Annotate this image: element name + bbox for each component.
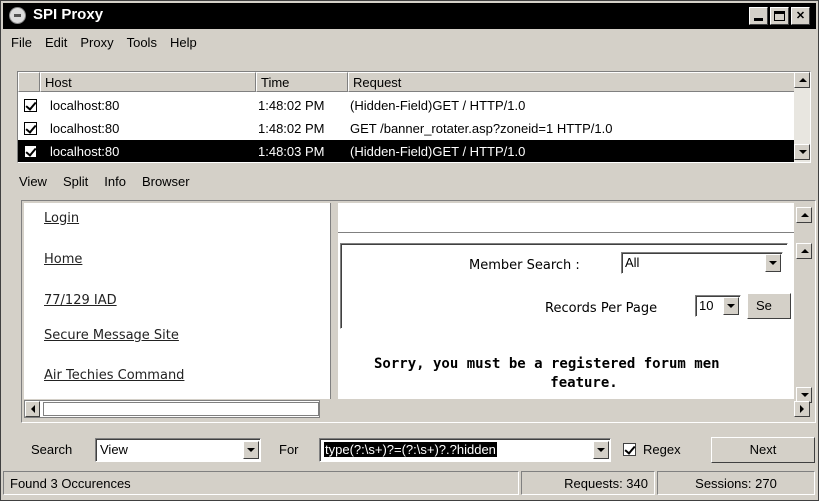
time-cell: 1:48:02 PM [258,120,325,136]
menu-tools[interactable]: Tools [119,31,162,53]
row-checkbox[interactable] [24,121,37,135]
close-icon: ✕ [795,10,806,22]
next-button[interactable]: Next [711,437,815,463]
menu-edit[interactable]: Edit [37,31,72,53]
right-frame: Member Search : All Records Per Page 10 … [338,203,794,399]
column-header-host[interactable]: Host [40,72,256,92]
app-icon[interactable] [9,7,26,24]
split-tab[interactable]: Split [55,171,96,193]
records-per-page-select[interactable]: 10 [695,295,741,317]
for-label: For [279,442,299,457]
column-header-request[interactable]: Request [348,72,796,92]
status-bar: Found 3 Occurences Requests: 340 Session… [3,471,816,497]
table-row-selected[interactable]: localhost:80 1:48:03 PM (Hidden-Field)GE… [18,140,796,162]
view-tab[interactable]: View [11,171,55,193]
member-search-select[interactable]: All [621,252,783,274]
column-header-check[interactable] [18,72,40,92]
link-login[interactable]: Login [44,211,79,226]
message-line-1: Sorry, you must be a registered forum me… [374,356,720,372]
list-scrollbar[interactable] [794,72,810,162]
maximize-icon [774,11,785,21]
minimize-button[interactable] [749,7,768,25]
chevron-down-icon[interactable] [723,297,739,315]
regex-checkbox[interactable] [623,443,636,456]
search-pattern-field[interactable]: type(?:\s+)?=(?:\s+)?.?hidden [319,438,611,462]
search-submit-button[interactable]: Se [747,293,791,319]
view-toolbar: View Split Info Browser [11,171,198,193]
right-frame-scrollbar[interactable] [794,203,814,417]
scroll-thumb[interactable] [796,243,812,259]
left-frame-hscrollbar[interactable] [24,400,320,418]
scroll-left-icon[interactable] [25,401,40,417]
scroll-up-icon[interactable] [794,72,810,88]
records-per-page-label: Records Per Page [545,301,658,316]
time-cell: 1:48:02 PM [258,97,325,113]
info-tab[interactable]: Info [96,171,134,193]
frame-divider[interactable] [330,203,336,399]
status-sessions: Sessions: 270 [657,471,815,495]
scroll-up-icon[interactable] [796,207,812,223]
request-cell: GET /banner_rotater.asp?zoneid=1 HTTP/1.… [350,120,613,136]
link-home[interactable]: Home [44,252,82,267]
scroll-down-icon[interactable] [794,144,810,160]
search-label: Search [31,442,73,457]
time-cell: 1:48:03 PM [258,143,325,159]
title-bar[interactable]: SPI Proxy ✕ [3,3,816,29]
list-header: Host Time Request [18,72,796,92]
records-per-page-value: 10 [699,298,714,313]
row-checkbox[interactable] [24,98,37,112]
menu-file[interactable]: File [3,31,37,53]
member-search-label: Member Search : [469,258,580,273]
browser-pane: Login Home 77/129 IAD Secure Message Sit… [21,200,816,423]
menu-bar: File Edit Proxy Tools Help [3,31,202,53]
request-list[interactable]: Host Time Request localhost:80 1:48:02 P… [17,71,811,163]
status-found: Found 3 Occurences [3,471,519,495]
host-cell: localhost:80 [50,120,120,136]
link-secure-message[interactable]: Secure Message Site [44,328,179,343]
request-cell: (Hidden-Field)GET / HTTP/1.0 [350,97,526,113]
status-requests: Requests: 340 [521,471,655,495]
chevron-down-icon[interactable] [243,441,259,459]
row-checkbox[interactable] [24,144,37,158]
link-air-techies[interactable]: Air Techies Command [44,368,184,383]
spi-proxy-window: SPI Proxy ✕ File Edit Proxy Tools Help H… [0,0,819,501]
table-row[interactable]: localhost:80 1:48:02 PM GET /banner_rota… [18,117,796,139]
left-frame: Login Home 77/129 IAD Secure Message Sit… [24,203,330,399]
member-search-panel: Member Search : All Records Per Page 10 … [340,243,791,329]
host-cell: localhost:80 [50,97,120,113]
maximize-button[interactable] [770,7,789,25]
browser-tab[interactable]: Browser [134,171,198,193]
chevron-down-icon[interactable] [765,254,781,272]
link-iad[interactable]: 77/129 IAD [44,293,117,308]
close-button[interactable]: ✕ [791,7,810,25]
search-scope-combo[interactable]: View [95,438,261,462]
chevron-down-icon[interactable] [593,441,609,459]
scroll-track[interactable] [43,402,319,416]
table-row[interactable]: localhost:80 1:48:02 PM (Hidden-Field)GE… [18,94,796,116]
window-title: SPI Proxy [33,6,104,23]
minimize-icon [754,18,763,21]
regex-label: Regex [643,442,681,457]
menu-proxy[interactable]: Proxy [72,31,118,53]
host-cell: localhost:80 [50,143,120,159]
column-header-time[interactable]: Time [256,72,348,92]
login-required-message: Sorry, you must be a registered forum me… [374,355,794,393]
search-pattern-value: type(?:\s+)?=(?:\s+)?.?hidden [324,442,497,457]
search-scope-value: View [100,442,128,457]
search-bar: Search View For type(?:\s+)?=(?:\s+)?.?h… [1,435,819,465]
top-banner [338,203,794,233]
member-search-value: All [625,255,640,270]
scroll-right-icon[interactable] [794,401,810,417]
request-cell: (Hidden-Field)GET / HTTP/1.0 [350,143,526,159]
menu-help[interactable]: Help [162,31,202,53]
message-line-2: feature. [550,375,618,391]
